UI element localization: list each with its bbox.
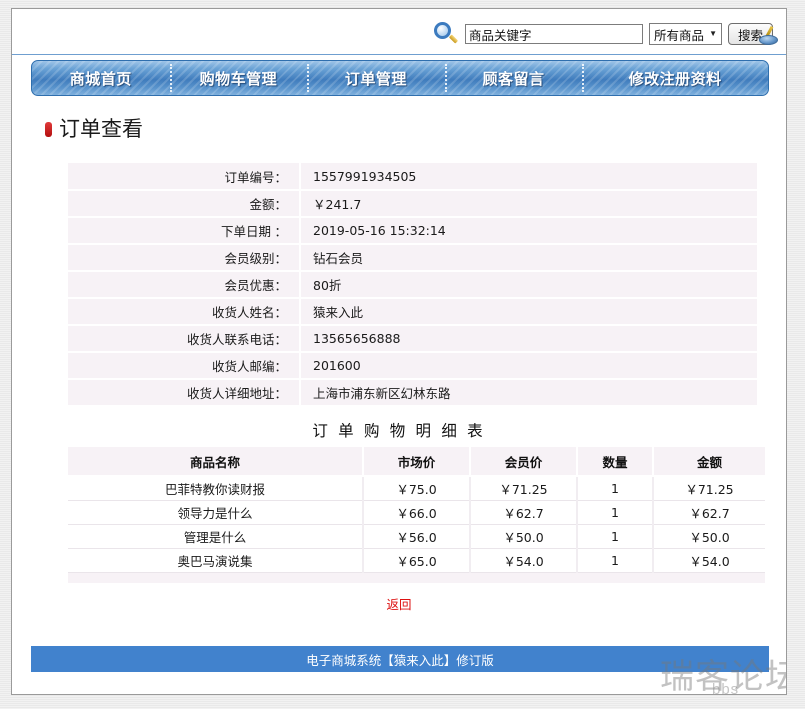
cell-product-name: 巴菲特教你读财报 — [68, 476, 364, 501]
cell-quantity: 1 — [577, 548, 654, 573]
table-footer-spacer — [68, 572, 765, 583]
table-row: 收货人姓名： 猿来入此 — [68, 298, 757, 326]
nav-item-label: 商城首页 — [69, 70, 132, 88]
bullet-marker-icon — [45, 122, 52, 137]
table-header-row: 商品名称 市场价 会员价 数量 金额 — [68, 447, 765, 477]
footer-text: 电子商城系统【猿来入此】修订版 — [306, 653, 494, 668]
info-label: 收货人姓名： — [68, 298, 301, 326]
nav-item-orders[interactable]: 订单管理 — [307, 61, 445, 95]
info-value-member-discount: 80折 — [300, 271, 757, 299]
column-header-member-price: 会员价 — [470, 447, 578, 477]
table-row: 收货人联系电话： 13565656888 — [68, 325, 757, 353]
info-value-order-date: 2019-05-16 15:32:14 — [300, 217, 757, 245]
page-title: 订单查看 — [45, 119, 143, 140]
cell-quantity: 1 — [577, 476, 654, 501]
table-row: 下单日期 ： 2019-05-16 15:32:14 — [68, 217, 757, 245]
info-label: 收货人详细地址： — [68, 379, 301, 407]
nav-item-label: 订单管理 — [344, 70, 407, 88]
search-keyword-input[interactable] — [465, 24, 644, 44]
cell-quantity: 1 — [577, 524, 654, 549]
table-row: 收货人邮编： 201600 — [68, 352, 757, 380]
cell-member-price: ￥62.7 — [470, 500, 578, 525]
cell-member-price: ￥50.0 — [470, 524, 578, 549]
nav-item-label: 购物车管理 — [199, 70, 278, 88]
cell-market-price: ￥56.0 — [363, 524, 471, 549]
back-link-label: 返回 — [386, 598, 412, 612]
nav-item-label: 修改注册资料 — [628, 70, 722, 88]
cell-quantity: 1 — [577, 500, 654, 525]
info-label: 会员优惠： — [68, 271, 301, 299]
nav-item-label: 顾客留言 — [482, 70, 545, 88]
spacer-cell — [68, 572, 765, 583]
info-value-receiver-zip: 201600 — [300, 352, 757, 380]
search-button[interactable]: 搜索 — [727, 23, 773, 45]
watermark-subtext: bbs — [712, 681, 740, 695]
table-row: 会员级别： 钻石会员 — [68, 244, 757, 272]
cell-amount: ￥50.0 — [653, 524, 765, 549]
table-row: 领导力是什么 ￥66.0 ￥62.7 1 ￥62.7 — [68, 500, 765, 525]
column-header-market-price: 市场价 — [363, 447, 471, 477]
nav-item-cart[interactable]: 购物车管理 — [169, 61, 308, 95]
detail-table-title: 订 单 购 物 明 细 表 — [312, 423, 486, 440]
info-value-receiver-address: 上海市浦东新区幻林东路 — [300, 379, 757, 407]
cell-amount: ￥54.0 — [653, 548, 765, 573]
info-label: 收货人邮编： — [68, 352, 301, 380]
search-button-wrap: 搜索 — [727, 23, 778, 45]
table-row: 会员优惠： 80折 — [68, 271, 757, 299]
cell-market-price: ￥66.0 — [363, 500, 471, 525]
cell-member-price: ￥54.0 — [470, 548, 578, 573]
info-value-amount: ￥241.7 — [300, 190, 757, 218]
order-info-table: 订单编号： 1557991934505 金额： ￥241.7 下单日期 ： 20… — [68, 163, 757, 407]
info-label: 会员级别： — [68, 244, 301, 272]
cell-product-name: 管理是什么 — [68, 524, 364, 549]
nav-item-home[interactable]: 商城首页 — [32, 61, 170, 95]
table-row: 订单编号： 1557991934505 — [68, 163, 757, 191]
cell-market-price: ￥65.0 — [363, 548, 471, 573]
column-header-amount: 金额 — [653, 447, 765, 477]
nav-item-profile[interactable]: 修改注册资料 — [582, 61, 768, 95]
table-row: 收货人详细地址： 上海市浦东新区幻林东路 — [68, 379, 757, 407]
category-select[interactable]: 所有商品 ▼ — [649, 23, 722, 45]
page-title-text: 订单查看 — [59, 118, 143, 141]
info-label: 金额： — [68, 190, 301, 218]
info-value-order-id: 1557991934505 — [300, 163, 757, 191]
page-footer: 电子商城系统【猿来入此】修订版 — [31, 646, 769, 672]
cell-product-name: 领导力是什么 — [68, 500, 364, 525]
cell-market-price: ￥75.0 — [363, 476, 471, 501]
info-value-member-level: 钻石会员 — [300, 244, 757, 272]
table-row: 管理是什么 ￥56.0 ￥50.0 1 ￥50.0 — [68, 524, 765, 549]
category-select-label: 所有商品 — [654, 28, 705, 43]
magnifier-handle — [448, 34, 459, 44]
info-label: 订单编号： — [68, 163, 301, 191]
cell-amount: ￥62.7 — [653, 500, 765, 525]
table-row: 巴菲特教你读财报 ￥75.0 ￥71.25 1 ￥71.25 — [68, 476, 765, 501]
page-container: 所有商品 ▼ 搜索 商城首页 购物车管理 订单管理 — [11, 8, 787, 695]
search-magnifier-icon — [433, 21, 459, 47]
chevron-down-icon: ▼ — [709, 29, 717, 38]
cell-member-price: ￥71.25 — [470, 476, 578, 501]
column-header-product-name: 商品名称 — [68, 447, 364, 477]
search-button-label: 搜索 — [737, 28, 763, 43]
info-value-receiver-name: 猿来入此 — [300, 298, 757, 326]
table-row: 奥巴马演说集 ￥65.0 ￥54.0 1 ￥54.0 — [68, 548, 765, 573]
info-value-receiver-phone: 13565656888 — [300, 325, 757, 353]
column-header-quantity: 数量 — [577, 447, 654, 477]
back-link[interactable]: 返回 — [12, 594, 786, 613]
cell-amount: ￥71.25 — [653, 476, 765, 501]
header-divider — [12, 54, 786, 55]
search-bar: 所有商品 ▼ 搜索 — [12, 9, 786, 55]
order-detail-table: 商品名称 市场价 会员价 数量 金额 巴菲特教你读财报 ￥75.0 ￥71.25… — [68, 447, 765, 583]
search-controls: 所有商品 ▼ 搜索 — [433, 21, 778, 47]
table-row: 金额： ￥241.7 — [68, 190, 757, 218]
info-label: 收货人联系电话： — [68, 325, 301, 353]
info-label: 下单日期 ： — [68, 217, 301, 245]
main-navigation: 商城首页 购物车管理 订单管理 顾客留言 修改注册资料 — [31, 60, 769, 96]
cell-product-name: 奥巴马演说集 — [68, 548, 364, 573]
nav-item-messages[interactable]: 顾客留言 — [444, 61, 583, 95]
